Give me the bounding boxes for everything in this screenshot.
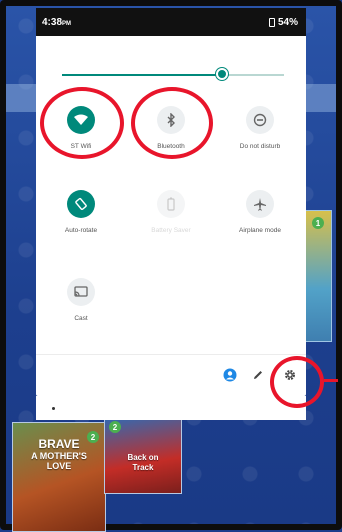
tile-label: Battery Saver [151, 227, 191, 234]
tile-label: Airplane mode [239, 227, 281, 234]
annotation-circle-wifi [40, 87, 124, 159]
tile-cast[interactable]: Cast [43, 278, 119, 338]
auto-rotate-icon [67, 190, 95, 218]
annotation-pointer-line [324, 379, 338, 382]
tile-airplane-mode[interactable]: Airplane mode [222, 190, 298, 250]
book-subtitle: A MOTHER'S [31, 451, 87, 461]
status-bar: 4:38PM 54% [36, 8, 306, 36]
brightness-slider[interactable] [62, 68, 284, 80]
battery-icon [268, 18, 275, 27]
brightness-slider-thumb[interactable] [215, 68, 228, 80]
airplane-icon [246, 190, 274, 218]
tile-auto-rotate[interactable]: Auto-rotate [43, 190, 119, 250]
book-subtitle: Track [132, 463, 154, 472]
battery-saver-icon [157, 190, 185, 218]
background-book-brave[interactable]: 2 BRAVE A MOTHER'S LOVE [12, 422, 106, 532]
nav-dot [52, 407, 55, 410]
status-time: 4:38PM [42, 17, 72, 28]
pencil-icon[interactable] [250, 367, 266, 383]
tile-label: Cast [74, 315, 88, 322]
cast-icon [67, 278, 95, 306]
book-subtitle: LOVE [46, 461, 72, 471]
tile-label: Do not disturb [239, 143, 281, 150]
background-book-card[interactable]: 1 [304, 210, 332, 342]
quick-settings-footer [36, 354, 306, 397]
annotation-circle-settings [270, 356, 324, 408]
book-title: Back on [127, 453, 159, 462]
brightness-slider-fill [62, 74, 222, 76]
navigation-strip [36, 396, 306, 420]
tile-battery-saver: Battery Saver [133, 190, 209, 250]
do-not-disturb-icon [246, 106, 274, 134]
annotation-circle-bluetooth [131, 87, 213, 159]
tile-label: Auto-rotate [64, 227, 98, 234]
book-badge: 1 [312, 217, 324, 229]
background-book-cars[interactable]: 2 Back on Track [104, 416, 182, 494]
tile-do-not-disturb[interactable]: Do not disturb [222, 106, 298, 166]
book-badge: 2 [109, 421, 121, 433]
battery-status: 54% [268, 17, 298, 28]
book-title: BRAVE [38, 437, 80, 451]
user-icon[interactable] [222, 367, 238, 383]
